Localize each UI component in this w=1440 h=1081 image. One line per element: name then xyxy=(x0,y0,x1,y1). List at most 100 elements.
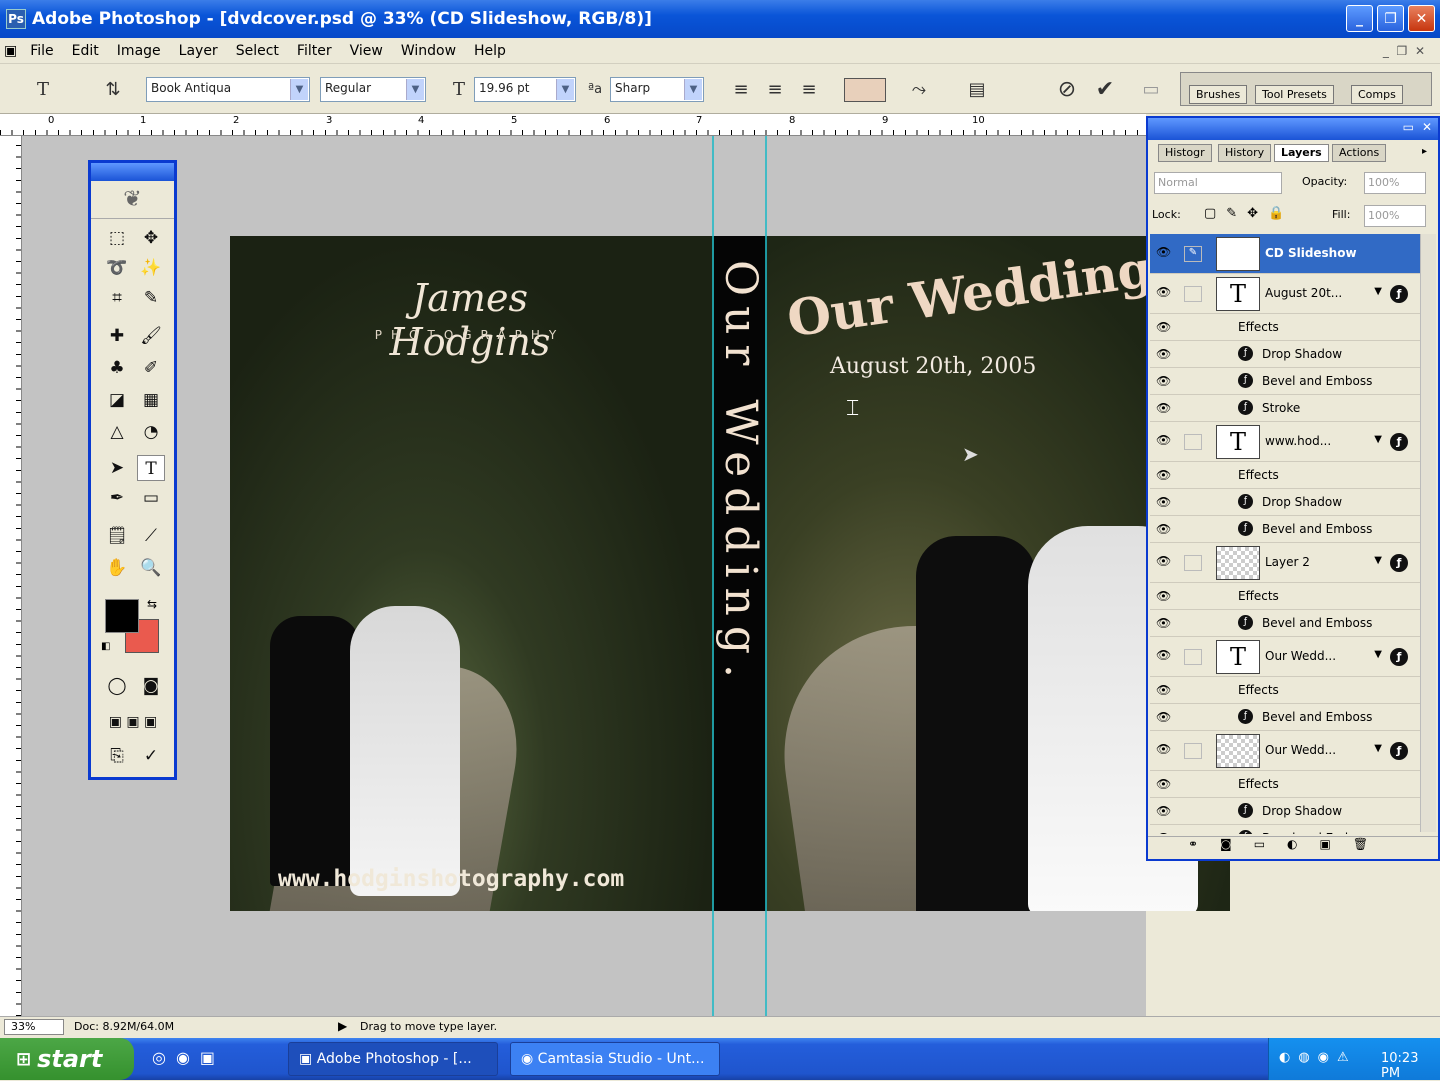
quick-launch-icons[interactable]: ◎◉▣ xyxy=(152,1048,225,1067)
layer-effects-icon[interactable]: ƒ xyxy=(1390,285,1408,303)
cancel-edits-icon[interactable]: ⊘ xyxy=(1054,78,1080,102)
pen-tool-icon[interactable]: ✒ xyxy=(103,485,131,511)
layer-row[interactable]: 👁 ✎ T CD Slideshow xyxy=(1150,234,1426,274)
effect-row[interactable]: 👁 ƒ Stroke xyxy=(1150,395,1426,422)
rectangle-tool-icon[interactable]: ▭ xyxy=(137,485,165,511)
path-selection-tool-icon[interactable]: ➤ xyxy=(103,455,131,481)
expand-effects-icon[interactable]: ▼ xyxy=(1374,555,1382,566)
visibility-eye-icon[interactable]: 👁 xyxy=(1156,348,1174,360)
link-box[interactable] xyxy=(1184,649,1202,665)
well-tab-tool-presets[interactable]: Tool Presets xyxy=(1255,85,1334,104)
well-tab-comps[interactable]: Comps xyxy=(1351,85,1403,104)
menu-view[interactable]: View xyxy=(341,43,392,59)
screen-mode-icons[interactable]: ▣ ▣ ▣ xyxy=(97,709,169,735)
layer-effects-icon[interactable]: ƒ xyxy=(1390,742,1408,760)
menu-help[interactable]: Help xyxy=(465,43,515,59)
expand-effects-icon[interactable]: ▼ xyxy=(1374,286,1382,297)
tab-layers[interactable]: Layers xyxy=(1274,144,1329,162)
visibility-eye-icon[interactable]: 👁 xyxy=(1156,832,1174,834)
task-camtasia[interactable]: ◉ Camtasia Studio - Unt... xyxy=(510,1042,720,1076)
move-tool-icon[interactable]: ✥ xyxy=(137,225,165,251)
effects-row[interactable]: 👁 Effects xyxy=(1150,462,1426,489)
visibility-eye-icon[interactable]: 👁 xyxy=(1156,402,1174,414)
magic-wand-tool-icon[interactable]: ✨ xyxy=(137,255,165,281)
effect-row[interactable]: 👁 ƒ Bevel and Emboss xyxy=(1150,610,1426,637)
visibility-eye-icon[interactable]: 👁 xyxy=(1156,434,1174,446)
brush-tool-icon[interactable]: 🖌 xyxy=(137,323,165,349)
tab-actions[interactable]: Actions xyxy=(1332,144,1387,162)
dodge-tool-icon[interactable]: ◔ xyxy=(137,419,165,445)
palettes-toggle-icon[interactable]: ▤ xyxy=(964,78,990,102)
effect-row[interactable]: 👁 ƒ Bevel and Emboss xyxy=(1150,368,1426,395)
gradient-tool-icon[interactable]: ▦ xyxy=(137,387,165,413)
text-color-swatch[interactable] xyxy=(844,78,886,102)
document-canvas[interactable]: James Hodgins PHOTOGRAPHY www.hodginshot… xyxy=(230,236,1230,911)
palette-close-icon[interactable]: ✕ xyxy=(1422,120,1432,134)
link-box[interactable] xyxy=(1184,743,1202,759)
text-orientation-icon[interactable]: ⇅ xyxy=(100,78,126,102)
expand-effects-icon[interactable]: ▼ xyxy=(1374,743,1382,754)
menu-edit[interactable]: Edit xyxy=(63,43,108,59)
layer-effects-icon[interactable]: ƒ xyxy=(1390,554,1408,572)
vertical-ruler[interactable] xyxy=(0,136,22,1016)
visibility-eye-icon[interactable]: 👁 xyxy=(1156,286,1174,298)
align-right-icon[interactable]: ≡ xyxy=(796,78,822,102)
menu-filter[interactable]: Filter xyxy=(288,43,341,59)
blur-tool-icon[interactable]: △ xyxy=(103,419,131,445)
layer-row[interactable]: 👁 Twww.hod... ƒ ▼ xyxy=(1150,422,1426,462)
healing-brush-tool-icon[interactable]: ✚ xyxy=(103,323,131,349)
link-box[interactable] xyxy=(1184,555,1202,571)
hand-tool-icon[interactable]: ✋ xyxy=(103,555,131,581)
horizontal-ruler[interactable]: 0 1 2 3 4 5 6 7 8 9 10 xyxy=(0,114,1146,136)
tray-icons[interactable]: ◐◍◉⚠ xyxy=(1279,1050,1357,1065)
layer-row[interactable]: 👁 Our Wedd... ƒ ▼ xyxy=(1150,731,1426,771)
visibility-eye-icon[interactable]: 👁 xyxy=(1156,246,1174,258)
jump-to-imageready-icon[interactable]: ⎘ xyxy=(103,743,131,769)
opacity-input[interactable]: 100% xyxy=(1364,172,1426,194)
visibility-eye-icon[interactable]: 👁 xyxy=(1156,805,1174,817)
antialias-select[interactable]: Sharp ▼ xyxy=(610,77,704,102)
expand-effects-icon[interactable]: ▼ xyxy=(1374,649,1382,660)
lock-icons[interactable]: ▢✎✥🔒 xyxy=(1204,206,1294,221)
link-box[interactable] xyxy=(1184,286,1202,302)
visibility-eye-icon[interactable]: 👁 xyxy=(1156,469,1174,481)
close-button[interactable]: ✕ xyxy=(1408,5,1435,32)
foreground-color-swatch[interactable] xyxy=(105,599,139,633)
zoom-tool-icon[interactable]: 🔍 xyxy=(137,555,165,581)
task-photoshop[interactable]: ▣ Adobe Photoshop - [... xyxy=(288,1042,498,1076)
visibility-eye-icon[interactable]: 👁 xyxy=(1156,684,1174,696)
align-left-icon[interactable]: ≡ xyxy=(728,78,754,102)
expand-effects-icon[interactable]: ▼ xyxy=(1374,434,1382,445)
visibility-eye-icon[interactable]: 👁 xyxy=(1156,523,1174,535)
layer-effects-icon[interactable]: ƒ xyxy=(1390,648,1408,666)
effect-row[interactable]: 👁 ƒ Drop Shadow xyxy=(1150,489,1426,516)
document-menu-icon[interactable]: ▣ xyxy=(0,43,21,59)
palette-minimize-icon[interactable]: ▭ xyxy=(1403,120,1414,134)
palette-well-icon[interactable]: ▭ xyxy=(1138,78,1164,102)
visibility-eye-icon[interactable]: 👁 xyxy=(1156,496,1174,508)
type-tool-icon[interactable]: T xyxy=(137,455,165,481)
crop-tool-icon[interactable]: ⌗ xyxy=(103,285,131,311)
status-menu-arrow-icon[interactable]: ▶ xyxy=(338,1019,347,1033)
layer-effects-icon[interactable]: ƒ xyxy=(1390,433,1408,451)
effects-row[interactable]: 👁 Effects xyxy=(1150,583,1426,610)
effect-row[interactable]: 👁 ƒ Drop Shadow xyxy=(1150,798,1426,825)
font-family-select[interactable]: Book Antiqua ▼ xyxy=(146,77,310,102)
menu-layer[interactable]: Layer xyxy=(170,43,227,59)
effect-row[interactable]: 👁 ƒ Bevel and Emboss xyxy=(1150,704,1426,731)
menu-image[interactable]: Image xyxy=(108,43,170,59)
link-box[interactable] xyxy=(1184,434,1202,450)
well-tab-brushes[interactable]: Brushes xyxy=(1189,85,1248,104)
visibility-eye-icon[interactable]: 👁 xyxy=(1156,321,1174,333)
doc-window-controls[interactable]: _ ❐ ✕ xyxy=(1374,44,1434,58)
default-colors-icon[interactable]: ◧ xyxy=(101,641,110,652)
eyedropper-tool-icon[interactable]: ⟋ xyxy=(137,523,165,549)
visibility-eye-icon[interactable]: 👁 xyxy=(1156,711,1174,723)
history-brush-tool-icon[interactable]: ✐ xyxy=(137,355,165,381)
brush-edit-icon[interactable]: ✎ xyxy=(1184,246,1202,262)
visibility-eye-icon[interactable]: 👁 xyxy=(1156,778,1174,790)
effect-row[interactable]: 👁 ƒ Drop Shadow xyxy=(1150,341,1426,368)
visibility-eye-icon[interactable]: 👁 xyxy=(1156,375,1174,387)
visibility-eye-icon[interactable]: 👁 xyxy=(1156,743,1174,755)
layer-row[interactable]: 👁 Layer 2 ƒ ▼ xyxy=(1150,543,1426,583)
